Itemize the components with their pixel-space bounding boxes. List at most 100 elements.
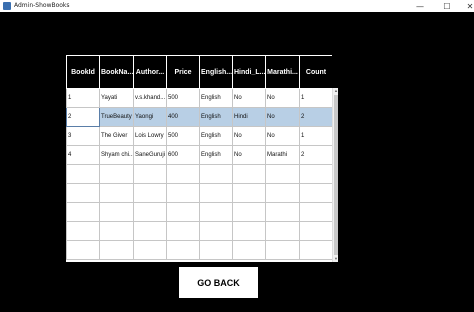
table-cell[interactable] bbox=[199, 221, 233, 241]
table-cell[interactable] bbox=[66, 221, 100, 241]
table-cell[interactable] bbox=[232, 221, 266, 241]
table-cell[interactable] bbox=[166, 221, 200, 241]
table-cell[interactable] bbox=[232, 202, 266, 222]
table-cell[interactable] bbox=[232, 240, 266, 260]
table-cell[interactable]: Lois Lowry bbox=[133, 126, 167, 146]
table-cell[interactable]: The Giver bbox=[99, 126, 134, 146]
table-cell[interactable]: English bbox=[199, 145, 233, 165]
table-cell[interactable] bbox=[199, 202, 233, 222]
scroll-up-arrow-icon[interactable]: ▲ bbox=[333, 88, 338, 94]
table-cell[interactable]: 3 bbox=[66, 126, 100, 146]
table-cell[interactable] bbox=[99, 221, 134, 241]
table-vertical-scrollbar[interactable]: ▲ ▼ bbox=[332, 88, 338, 262]
table-cell[interactable] bbox=[299, 164, 333, 184]
table-cell[interactable] bbox=[166, 183, 200, 203]
table-cell[interactable] bbox=[133, 183, 167, 203]
table-cell[interactable] bbox=[166, 240, 200, 260]
table-cell[interactable] bbox=[299, 240, 333, 260]
table-cell[interactable]: 4 bbox=[66, 145, 100, 165]
column-header-bookid[interactable]: BookId bbox=[66, 55, 100, 89]
scroll-down-arrow-icon[interactable]: ▼ bbox=[333, 256, 338, 262]
table-cell[interactable] bbox=[66, 183, 100, 203]
table-cell[interactable] bbox=[299, 202, 333, 222]
column-header-price[interactable]: Price bbox=[166, 55, 200, 89]
table-cell[interactable]: No bbox=[265, 88, 300, 108]
table-row[interactable]: 4 Shyam chi... SaneGuruji 600 English No… bbox=[66, 145, 333, 165]
table-cell[interactable] bbox=[166, 164, 200, 184]
table-cell[interactable] bbox=[133, 202, 167, 222]
app-icon bbox=[3, 2, 11, 10]
table-cell[interactable] bbox=[232, 183, 266, 203]
table-row[interactable]: 1 Yayati v.s.khand... 500 English No No … bbox=[66, 88, 333, 108]
table-cell[interactable]: 1 bbox=[299, 88, 333, 108]
table-cell[interactable] bbox=[99, 240, 134, 260]
column-header-english[interactable]: English... bbox=[199, 55, 233, 89]
table-cell[interactable] bbox=[265, 240, 300, 260]
table-cell[interactable]: No bbox=[232, 88, 266, 108]
table-cell[interactable] bbox=[232, 164, 266, 184]
table-cell[interactable] bbox=[133, 240, 167, 260]
column-header-count[interactable]: Count bbox=[299, 55, 333, 89]
table-cell[interactable] bbox=[99, 164, 134, 184]
table-cell[interactable] bbox=[66, 202, 100, 222]
table-cell[interactable]: 2 bbox=[299, 107, 333, 127]
table-row-empty[interactable] bbox=[66, 221, 333, 241]
table-cell[interactable]: Marathi bbox=[265, 145, 300, 165]
table-cell[interactable] bbox=[199, 164, 233, 184]
table-cell[interactable] bbox=[265, 221, 300, 241]
table-cell[interactable] bbox=[66, 164, 100, 184]
column-header-bookname[interactable]: BookNa... bbox=[99, 55, 134, 89]
table-cell[interactable] bbox=[299, 183, 333, 203]
table-cell[interactable] bbox=[99, 183, 134, 203]
table-cell[interactable]: Hindi bbox=[232, 107, 266, 127]
column-header-hindi[interactable]: Hindi_L... bbox=[232, 55, 266, 89]
table-cell[interactable] bbox=[133, 221, 167, 241]
column-header-marathi[interactable]: Marathi... bbox=[265, 55, 300, 89]
table-cell[interactable]: 500 bbox=[166, 88, 200, 108]
table-cell[interactable] bbox=[66, 240, 100, 260]
table-cell[interactable] bbox=[299, 221, 333, 241]
table-cell[interactable]: 500 bbox=[166, 126, 200, 146]
table-cell[interactable] bbox=[265, 164, 300, 184]
table-cell[interactable] bbox=[166, 202, 200, 222]
table-cell[interactable]: Yaongi bbox=[133, 107, 167, 127]
table-cell[interactable] bbox=[265, 183, 300, 203]
table-row-empty[interactable] bbox=[66, 240, 333, 260]
table-row-selected[interactable]: 2 TrueBeauty Yaongi 400 English Hindi No… bbox=[66, 107, 333, 127]
table-cell[interactable]: 400 bbox=[166, 107, 200, 127]
go-back-button[interactable]: GO BACK bbox=[179, 267, 258, 298]
minimize-button[interactable]: — bbox=[410, 0, 430, 12]
table-row-empty[interactable] bbox=[66, 183, 333, 203]
close-button[interactable]: ✕ bbox=[460, 0, 474, 12]
table-cell[interactable]: Shyam chi... bbox=[99, 145, 134, 165]
table-cell[interactable]: No bbox=[232, 145, 266, 165]
table-cell[interactable] bbox=[265, 202, 300, 222]
table-cell[interactable] bbox=[133, 164, 167, 184]
books-table[interactable]: BookId BookNa... Author... Price English… bbox=[66, 55, 338, 262]
table-cell[interactable]: No bbox=[232, 126, 266, 146]
table-row-empty[interactable] bbox=[66, 202, 333, 222]
table-cell[interactable]: English bbox=[199, 107, 233, 127]
table-cell[interactable] bbox=[199, 183, 233, 203]
maximize-button[interactable]: ☐ bbox=[437, 0, 457, 12]
table-cell[interactable]: v.s.khand... bbox=[133, 88, 167, 108]
table-row-empty[interactable] bbox=[66, 164, 333, 184]
scrollbar-thumb[interactable] bbox=[334, 95, 338, 255]
table-row[interactable]: 3 The Giver Lois Lowry 500 English No No… bbox=[66, 126, 333, 146]
table-cell[interactable]: TrueBeauty bbox=[99, 107, 134, 127]
table-cell[interactable]: 600 bbox=[166, 145, 200, 165]
content-panel: BookId BookNa... Author... Price English… bbox=[0, 12, 474, 312]
column-header-author[interactable]: Author... bbox=[133, 55, 167, 89]
table-cell[interactable]: No bbox=[265, 107, 300, 127]
table-cell[interactable]: English bbox=[199, 126, 233, 146]
table-cell[interactable] bbox=[199, 240, 233, 260]
table-cell[interactable] bbox=[99, 202, 134, 222]
table-cell[interactable]: English bbox=[199, 88, 233, 108]
table-cell-focused[interactable]: 2 bbox=[66, 107, 100, 127]
table-cell[interactable]: SaneGuruji bbox=[133, 145, 167, 165]
table-cell[interactable]: 1 bbox=[299, 126, 333, 146]
table-cell[interactable]: 1 bbox=[66, 88, 100, 108]
table-cell[interactable]: Yayati bbox=[99, 88, 134, 108]
table-cell[interactable]: 2 bbox=[299, 145, 333, 165]
table-cell[interactable]: No bbox=[265, 126, 300, 146]
